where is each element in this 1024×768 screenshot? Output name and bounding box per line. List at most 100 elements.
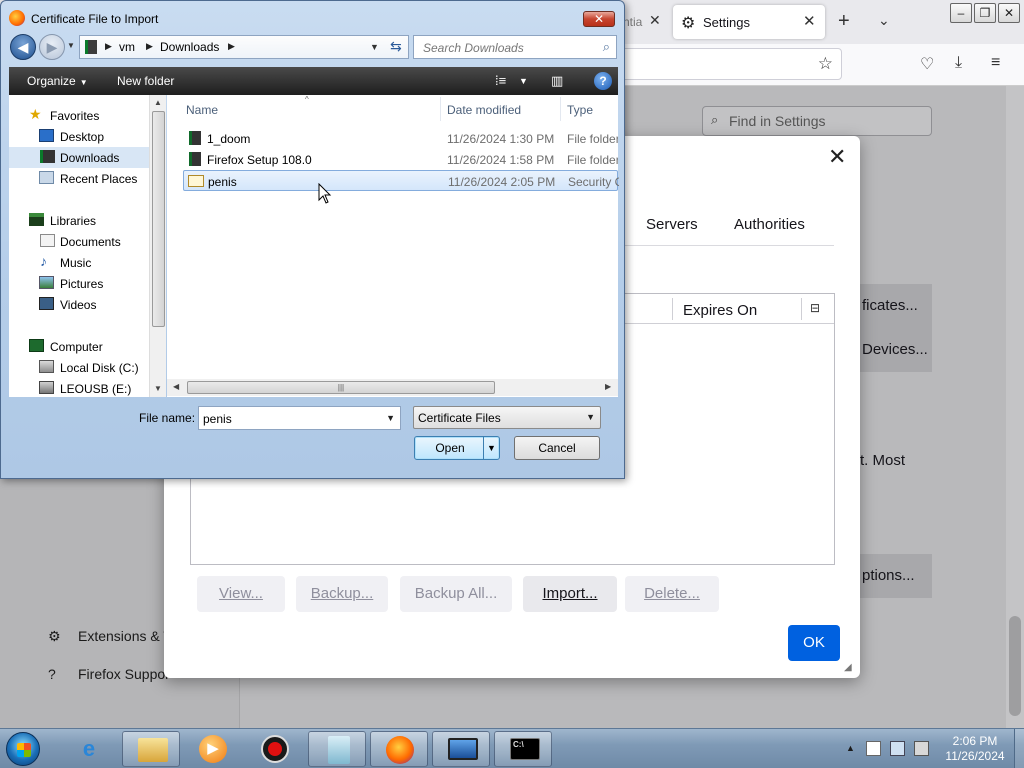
new-tab-icon[interactable]: +	[838, 10, 850, 33]
file-row[interactable]: 1_doom 11/26/2024 1:30 PM File folder	[183, 128, 618, 149]
import-button[interactable]: Import...	[523, 576, 617, 612]
view-certificates-button[interactable]: ficates...	[858, 284, 932, 328]
scroll-down-icon[interactable]: ▼	[154, 384, 162, 393]
close-icon[interactable]: ✕	[828, 144, 846, 170]
help-icon[interactable]: ?	[594, 72, 612, 90]
network-icon[interactable]	[890, 741, 905, 756]
open-dropdown-icon[interactable]: ▼	[483, 437, 499, 459]
back-button[interactable]: ◀	[10, 34, 36, 60]
column-separator[interactable]	[440, 97, 441, 121]
downloads-icon[interactable]: ⤓	[955, 54, 962, 72]
backup-button[interactable]: Backup...	[296, 576, 388, 612]
options-button[interactable]: ptions...	[858, 554, 932, 598]
forward-button[interactable]: ▶	[39, 34, 65, 60]
taskbar-media-player[interactable]: ▶	[184, 731, 242, 767]
security-devices-button[interactable]: Devices...	[858, 328, 932, 372]
nav-item-favorites[interactable]: ★ Favorites	[9, 105, 149, 126]
bookmark-star-icon[interactable]: ☆	[818, 54, 833, 74]
restore-icon[interactable]: ❐	[974, 3, 996, 23]
refresh-icon[interactable]: ⇆	[390, 38, 402, 55]
chevron-down-icon[interactable]: ▼	[386, 413, 395, 423]
taskbar-firefox[interactable]	[370, 731, 428, 767]
action-center-icon[interactable]	[866, 741, 881, 756]
volume-muted-icon[interactable]	[914, 741, 929, 756]
nav-scrollbar[interactable]: ▲ ▼	[149, 95, 166, 397]
nav-item-downloads[interactable]: Downloads	[9, 147, 149, 168]
view-options-icon[interactable]: ⁞≡	[495, 73, 506, 88]
taskbar-cmd[interactable]: C:\	[494, 731, 552, 767]
scroll-left-icon[interactable]: ◀	[173, 382, 179, 391]
menu-icon[interactable]: ≡	[991, 54, 1000, 72]
column-separator[interactable]	[672, 298, 673, 320]
column-picker-icon[interactable]: ⊟	[810, 301, 820, 315]
close-window-icon[interactable]: ✕	[998, 3, 1020, 23]
ok-button[interactable]: OK	[788, 625, 840, 661]
pocket-icon[interactable]: ♡	[920, 54, 934, 74]
url-bar[interactable]: ☆	[610, 48, 842, 80]
nav-item-videos[interactable]: Videos	[9, 294, 149, 315]
chevron-right-icon[interactable]: ▶	[228, 41, 235, 52]
nav-item-usb[interactable]: LEOUSB (E:)	[9, 378, 149, 399]
taskbar-remote-desktop[interactable]	[432, 731, 490, 767]
column-separator[interactable]	[560, 97, 561, 121]
file-row-selected[interactable]: penis 11/26/2024 2:05 PM Security C	[183, 170, 619, 191]
nav-item-desktop[interactable]: Desktop	[9, 126, 149, 147]
taskbar-ie[interactable]: e	[60, 731, 118, 767]
close-tab-icon[interactable]: ✕	[803, 12, 816, 30]
nav-item-recent-places[interactable]: Recent Places	[9, 168, 149, 189]
nav-item-pictures[interactable]: Pictures	[9, 273, 149, 294]
preview-pane-icon[interactable]: ▥	[551, 73, 563, 89]
system-clock[interactable]: 2:06 PM 11/26/2024	[938, 734, 1012, 764]
list-tabs-icon[interactable]: ⌄	[878, 12, 890, 29]
view-dropdown-icon[interactable]: ▼	[519, 76, 528, 86]
delete-button[interactable]: Delete...	[625, 576, 719, 612]
scrollbar-thumb[interactable]	[1009, 616, 1021, 716]
search-input[interactable]: Search Downloads ⌕	[413, 35, 617, 59]
file-type-select[interactable]: Certificate Files ▼	[413, 406, 601, 429]
scrollbar-thumb[interactable]	[152, 111, 165, 327]
close-dialog-button[interactable]: ✕	[583, 11, 615, 27]
tab-settings[interactable]: ⚙ Settings ✕	[673, 5, 825, 39]
tab-servers[interactable]: Servers	[646, 216, 698, 233]
start-button[interactable]	[6, 732, 40, 766]
show-desktop-button[interactable]	[1014, 729, 1024, 768]
tab-close-icon[interactable]: ✕	[649, 12, 661, 29]
nav-item-documents[interactable]: Documents	[9, 231, 149, 252]
breadcrumb-vm[interactable]: vm	[119, 40, 135, 54]
breadcrumb-downloads[interactable]: Downloads	[160, 40, 219, 54]
view-button[interactable]: View...	[197, 576, 285, 612]
chevron-down-icon[interactable]: ▼	[586, 412, 595, 422]
nav-item-libraries[interactable]: Libraries	[9, 210, 149, 231]
taskbar-explorer[interactable]	[122, 731, 180, 767]
column-type[interactable]: Type	[567, 103, 593, 117]
new-folder-button[interactable]: New folder	[117, 74, 174, 88]
scrollbar-thumb[interactable]: |||	[187, 381, 495, 394]
tab-authorities[interactable]: Authorities	[734, 216, 805, 233]
minimize-icon[interactable]: –	[950, 3, 972, 23]
column-separator[interactable]	[801, 298, 802, 320]
chevron-right-icon[interactable]: ▶	[105, 41, 112, 52]
column-expires-on[interactable]: Expires On	[683, 302, 757, 319]
address-bar[interactable]: ▶ vm ▶ Downloads ▶ ▼ ⇆	[79, 35, 409, 59]
settings-scrollbar[interactable]	[1006, 86, 1024, 728]
column-date-modified[interactable]: Date modified	[447, 103, 521, 117]
taskbar-notepad[interactable]	[308, 731, 366, 767]
cancel-button[interactable]: Cancel	[514, 436, 600, 460]
chevron-down-icon[interactable]: ▼	[370, 42, 379, 52]
nav-item-local-disk[interactable]: Local Disk (C:)	[9, 357, 149, 378]
nav-item-computer[interactable]: Computer	[9, 336, 149, 357]
scroll-up-icon[interactable]: ▲	[154, 98, 162, 107]
show-hidden-icons-icon[interactable]: ▲	[846, 743, 855, 753]
column-name[interactable]: Name	[186, 103, 218, 117]
scroll-right-icon[interactable]: ▶	[605, 382, 611, 391]
backup-all-button[interactable]: Backup All...	[400, 576, 512, 612]
open-button[interactable]: Open ▼	[414, 436, 500, 460]
organize-button[interactable]: Organize ▼	[27, 74, 88, 88]
horizontal-scrollbar[interactable]: ◀ ||| ▶	[167, 379, 618, 396]
find-in-settings-input[interactable]: ⌕ Find in Settings	[702, 106, 932, 136]
chevron-right-icon[interactable]: ▶	[146, 41, 153, 52]
file-name-input[interactable]: penis ▼	[198, 406, 401, 430]
file-row[interactable]: Firefox Setup 108.0 11/26/2024 1:58 PM F…	[183, 149, 618, 170]
taskbar-recorder[interactable]	[246, 731, 304, 767]
nav-item-music[interactable]: ♪ Music	[9, 252, 149, 273]
